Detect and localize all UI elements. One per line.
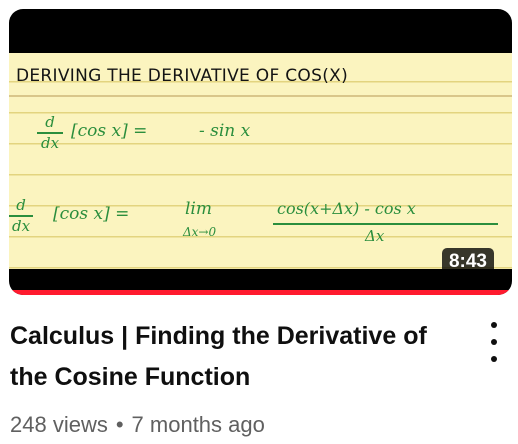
kebab-dot [491, 356, 497, 362]
video-thumbnail[interactable]: DERIVING THE DERIVATIVE OF COS(X) d dx [… [9, 9, 512, 295]
eq2-denominator: Δx [365, 227, 385, 245]
eq1-dx: dx [40, 134, 60, 152]
kebab-dot [491, 339, 497, 345]
upload-age: 7 months ago [131, 412, 265, 437]
eq2-fraction-bar [273, 223, 498, 225]
eq2-lim: lim [185, 199, 212, 219]
meta-separator: • [115, 412, 124, 437]
eq2-derivative-operator: d dx [9, 197, 33, 235]
more-vertical-icon[interactable] [486, 322, 502, 362]
eq2-dx: dx [11, 217, 31, 235]
eq1-rhs: - sin x [199, 121, 251, 141]
view-count: 248 views [10, 412, 108, 437]
kebab-dot [491, 322, 497, 328]
eq1-d: d [45, 113, 55, 131]
duration-badge: 8:43 [441, 248, 494, 276]
video-metadata: 248 views • 7 months ago [10, 412, 265, 438]
paper-margin-line [9, 95, 512, 97]
eq1-lhs: [cos x] = [71, 121, 148, 141]
video-title[interactable]: Calculus | Finding the Derivative of the… [10, 316, 460, 398]
eq1-derivative-operator: d dx [37, 114, 63, 152]
eq2-numerator: cos(x+Δx) - cos x [277, 199, 416, 218]
eq2-d: d [16, 196, 26, 214]
eq2-lhs: [cos x] = [53, 204, 130, 224]
eq2-lim-subscript: Δx→0 [183, 225, 217, 239]
thumbnail-heading: DERIVING THE DERIVATIVE OF COS(X) [16, 66, 349, 86]
watch-progress-bar [9, 290, 512, 295]
